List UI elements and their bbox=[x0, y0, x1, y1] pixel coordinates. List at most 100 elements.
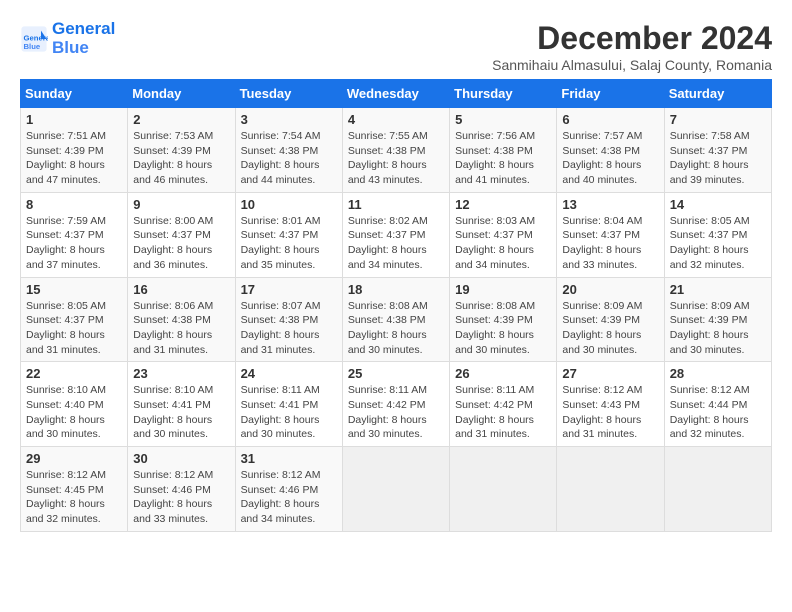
calendar-cell: 5 Sunrise: 7:56 AM Sunset: 4:38 PM Dayli… bbox=[450, 108, 557, 193]
calendar-cell: 17 Sunrise: 8:07 AM Sunset: 4:38 PM Dayl… bbox=[235, 277, 342, 362]
calendar-cell: 14 Sunrise: 8:05 AM Sunset: 4:37 PM Dayl… bbox=[664, 192, 771, 277]
day-number: 29 bbox=[26, 451, 122, 466]
day-info: Sunrise: 8:12 AM Sunset: 4:44 PM Dayligh… bbox=[670, 383, 766, 442]
calendar-cell: 9 Sunrise: 8:00 AM Sunset: 4:37 PM Dayli… bbox=[128, 192, 235, 277]
day-info: Sunrise: 7:57 AM Sunset: 4:38 PM Dayligh… bbox=[562, 129, 658, 188]
logo-text-block: General Blue bbox=[52, 20, 115, 57]
day-info: Sunrise: 7:51 AM Sunset: 4:39 PM Dayligh… bbox=[26, 129, 122, 188]
day-info: Sunrise: 8:11 AM Sunset: 4:42 PM Dayligh… bbox=[348, 383, 444, 442]
day-number: 1 bbox=[26, 112, 122, 127]
day-number: 26 bbox=[455, 366, 551, 381]
col-header-friday: Friday bbox=[557, 80, 664, 108]
day-number: 19 bbox=[455, 282, 551, 297]
day-number: 18 bbox=[348, 282, 444, 297]
location-subtitle: Sanmihaiu Almasului, Salaj County, Roman… bbox=[492, 57, 772, 73]
calendar-cell: 7 Sunrise: 7:58 AM Sunset: 4:37 PM Dayli… bbox=[664, 108, 771, 193]
day-info: Sunrise: 7:58 AM Sunset: 4:37 PM Dayligh… bbox=[670, 129, 766, 188]
calendar-cell: 3 Sunrise: 7:54 AM Sunset: 4:38 PM Dayli… bbox=[235, 108, 342, 193]
calendar-cell: 28 Sunrise: 8:12 AM Sunset: 4:44 PM Dayl… bbox=[664, 362, 771, 447]
day-number: 2 bbox=[133, 112, 229, 127]
calendar-cell: 12 Sunrise: 8:03 AM Sunset: 4:37 PM Dayl… bbox=[450, 192, 557, 277]
day-number: 9 bbox=[133, 197, 229, 212]
calendar-table: SundayMondayTuesdayWednesdayThursdayFrid… bbox=[20, 79, 772, 532]
day-info: Sunrise: 8:09 AM Sunset: 4:39 PM Dayligh… bbox=[670, 299, 766, 358]
calendar-cell: 29 Sunrise: 8:12 AM Sunset: 4:45 PM Dayl… bbox=[21, 447, 128, 532]
day-info: Sunrise: 8:00 AM Sunset: 4:37 PM Dayligh… bbox=[133, 214, 229, 273]
day-info: Sunrise: 7:55 AM Sunset: 4:38 PM Dayligh… bbox=[348, 129, 444, 188]
logo-line1: General bbox=[52, 19, 115, 38]
day-info: Sunrise: 7:56 AM Sunset: 4:38 PM Dayligh… bbox=[455, 129, 551, 188]
day-info: Sunrise: 8:08 AM Sunset: 4:39 PM Dayligh… bbox=[455, 299, 551, 358]
day-number: 31 bbox=[241, 451, 337, 466]
day-number: 25 bbox=[348, 366, 444, 381]
day-number: 15 bbox=[26, 282, 122, 297]
calendar-cell: 13 Sunrise: 8:04 AM Sunset: 4:37 PM Dayl… bbox=[557, 192, 664, 277]
calendar-cell bbox=[557, 447, 664, 532]
logo-line2: Blue bbox=[52, 39, 115, 58]
day-info: Sunrise: 8:05 AM Sunset: 4:37 PM Dayligh… bbox=[670, 214, 766, 273]
day-info: Sunrise: 7:53 AM Sunset: 4:39 PM Dayligh… bbox=[133, 129, 229, 188]
col-header-monday: Monday bbox=[128, 80, 235, 108]
day-number: 12 bbox=[455, 197, 551, 212]
day-number: 6 bbox=[562, 112, 658, 127]
day-info: Sunrise: 8:11 AM Sunset: 4:42 PM Dayligh… bbox=[455, 383, 551, 442]
calendar-cell: 30 Sunrise: 8:12 AM Sunset: 4:46 PM Dayl… bbox=[128, 447, 235, 532]
calendar-cell: 25 Sunrise: 8:11 AM Sunset: 4:42 PM Dayl… bbox=[342, 362, 449, 447]
calendar-cell: 8 Sunrise: 7:59 AM Sunset: 4:37 PM Dayli… bbox=[21, 192, 128, 277]
week-row-4: 29 Sunrise: 8:12 AM Sunset: 4:45 PM Dayl… bbox=[21, 447, 772, 532]
calendar-cell: 31 Sunrise: 8:12 AM Sunset: 4:46 PM Dayl… bbox=[235, 447, 342, 532]
col-header-thursday: Thursday bbox=[450, 80, 557, 108]
day-number: 21 bbox=[670, 282, 766, 297]
week-row-2: 15 Sunrise: 8:05 AM Sunset: 4:37 PM Dayl… bbox=[21, 277, 772, 362]
calendar-cell: 16 Sunrise: 8:06 AM Sunset: 4:38 PM Dayl… bbox=[128, 277, 235, 362]
calendar-cell: 23 Sunrise: 8:10 AM Sunset: 4:41 PM Dayl… bbox=[128, 362, 235, 447]
calendar-cell: 18 Sunrise: 8:08 AM Sunset: 4:38 PM Dayl… bbox=[342, 277, 449, 362]
day-number: 16 bbox=[133, 282, 229, 297]
day-number: 3 bbox=[241, 112, 337, 127]
calendar-cell: 6 Sunrise: 7:57 AM Sunset: 4:38 PM Dayli… bbox=[557, 108, 664, 193]
day-number: 8 bbox=[26, 197, 122, 212]
day-number: 27 bbox=[562, 366, 658, 381]
day-info: Sunrise: 8:12 AM Sunset: 4:45 PM Dayligh… bbox=[26, 468, 122, 527]
week-row-3: 22 Sunrise: 8:10 AM Sunset: 4:40 PM Dayl… bbox=[21, 362, 772, 447]
day-number: 22 bbox=[26, 366, 122, 381]
day-info: Sunrise: 8:01 AM Sunset: 4:37 PM Dayligh… bbox=[241, 214, 337, 273]
calendar-cell: 10 Sunrise: 8:01 AM Sunset: 4:37 PM Dayl… bbox=[235, 192, 342, 277]
page-header: General Blue General Blue December 2024 … bbox=[20, 20, 772, 73]
calendar-cell bbox=[664, 447, 771, 532]
day-number: 5 bbox=[455, 112, 551, 127]
svg-text:Blue: Blue bbox=[24, 41, 41, 50]
col-header-sunday: Sunday bbox=[21, 80, 128, 108]
day-info: Sunrise: 7:54 AM Sunset: 4:38 PM Dayligh… bbox=[241, 129, 337, 188]
calendar-cell: 4 Sunrise: 7:55 AM Sunset: 4:38 PM Dayli… bbox=[342, 108, 449, 193]
calendar-cell bbox=[342, 447, 449, 532]
calendar-cell: 21 Sunrise: 8:09 AM Sunset: 4:39 PM Dayl… bbox=[664, 277, 771, 362]
calendar-cell: 1 Sunrise: 7:51 AM Sunset: 4:39 PM Dayli… bbox=[21, 108, 128, 193]
day-info: Sunrise: 8:06 AM Sunset: 4:38 PM Dayligh… bbox=[133, 299, 229, 358]
day-info: Sunrise: 8:12 AM Sunset: 4:43 PM Dayligh… bbox=[562, 383, 658, 442]
day-info: Sunrise: 8:12 AM Sunset: 4:46 PM Dayligh… bbox=[241, 468, 337, 527]
calendar-cell: 11 Sunrise: 8:02 AM Sunset: 4:37 PM Dayl… bbox=[342, 192, 449, 277]
calendar-cell bbox=[450, 447, 557, 532]
col-header-saturday: Saturday bbox=[664, 80, 771, 108]
title-section: December 2024 Sanmihaiu Almasului, Salaj… bbox=[492, 20, 772, 73]
day-info: Sunrise: 8:02 AM Sunset: 4:37 PM Dayligh… bbox=[348, 214, 444, 273]
day-number: 11 bbox=[348, 197, 444, 212]
day-info: Sunrise: 8:04 AM Sunset: 4:37 PM Dayligh… bbox=[562, 214, 658, 273]
day-number: 17 bbox=[241, 282, 337, 297]
day-info: Sunrise: 8:12 AM Sunset: 4:46 PM Dayligh… bbox=[133, 468, 229, 527]
day-number: 30 bbox=[133, 451, 229, 466]
calendar-cell: 26 Sunrise: 8:11 AM Sunset: 4:42 PM Dayl… bbox=[450, 362, 557, 447]
week-row-1: 8 Sunrise: 7:59 AM Sunset: 4:37 PM Dayli… bbox=[21, 192, 772, 277]
calendar-cell: 20 Sunrise: 8:09 AM Sunset: 4:39 PM Dayl… bbox=[557, 277, 664, 362]
day-info: Sunrise: 8:07 AM Sunset: 4:38 PM Dayligh… bbox=[241, 299, 337, 358]
day-number: 20 bbox=[562, 282, 658, 297]
day-number: 24 bbox=[241, 366, 337, 381]
day-info: Sunrise: 8:09 AM Sunset: 4:39 PM Dayligh… bbox=[562, 299, 658, 358]
day-info: Sunrise: 8:11 AM Sunset: 4:41 PM Dayligh… bbox=[241, 383, 337, 442]
day-info: Sunrise: 8:05 AM Sunset: 4:37 PM Dayligh… bbox=[26, 299, 122, 358]
day-info: Sunrise: 8:03 AM Sunset: 4:37 PM Dayligh… bbox=[455, 214, 551, 273]
week-row-0: 1 Sunrise: 7:51 AM Sunset: 4:39 PM Dayli… bbox=[21, 108, 772, 193]
calendar-cell: 2 Sunrise: 7:53 AM Sunset: 4:39 PM Dayli… bbox=[128, 108, 235, 193]
col-header-tuesday: Tuesday bbox=[235, 80, 342, 108]
